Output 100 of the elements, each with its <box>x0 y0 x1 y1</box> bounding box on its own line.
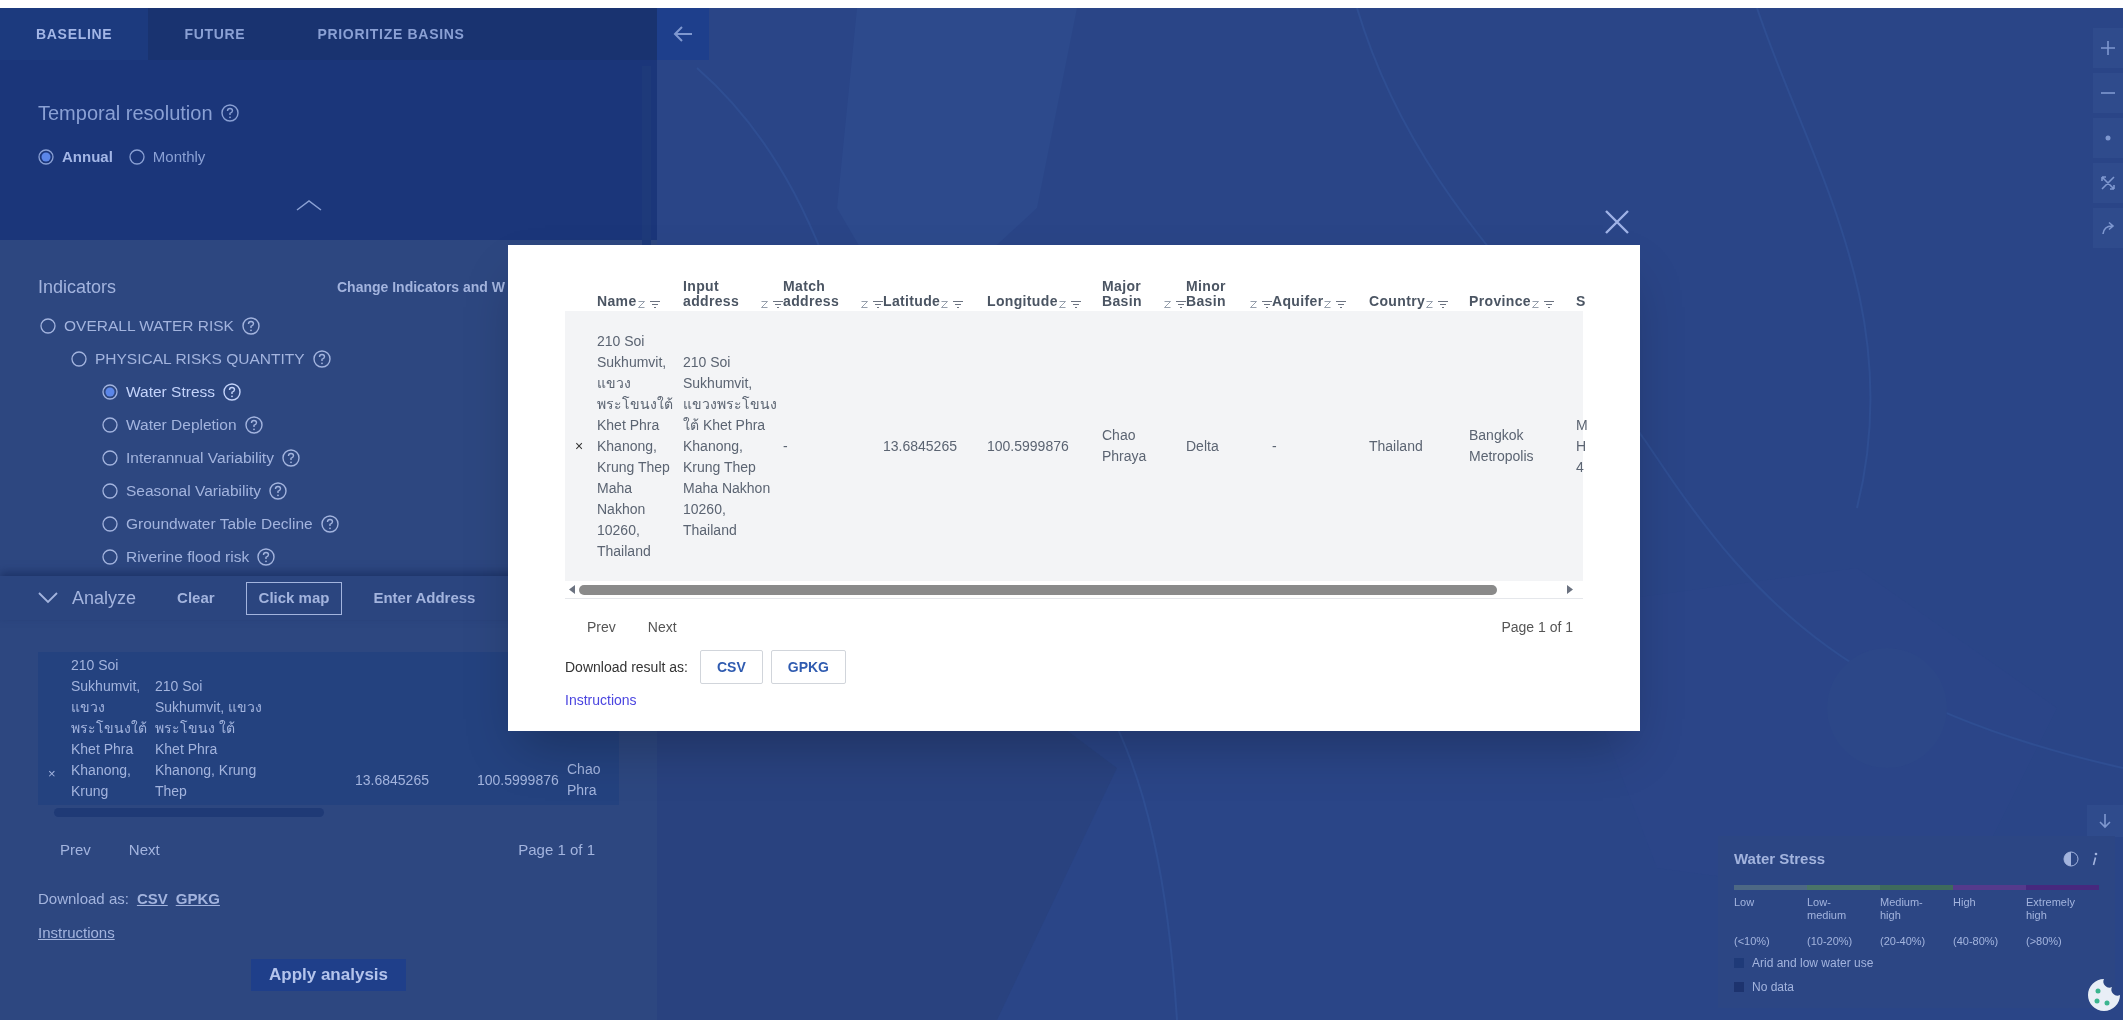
analyze-button[interactable]: Clear <box>164 581 228 615</box>
sort-icon[interactable] <box>941 301 949 308</box>
column-header[interactable]: S <box>1576 294 1586 309</box>
help-icon[interactable] <box>320 514 339 533</box>
apply-button[interactable]: Apply analysis <box>250 958 407 991</box>
instructions-link[interactable]: Instructions <box>565 690 637 711</box>
remove-icon[interactable]: × <box>565 435 597 457</box>
indicator-option[interactable]: Water Depletion <box>126 412 237 437</box>
contrast-icon[interactable] <box>2063 851 2079 868</box>
tab[interactable]: FUTURE <box>148 8 282 60</box>
help-icon[interactable] <box>223 382 241 401</box>
scrollbar-thumb[interactable] <box>579 584 1497 595</box>
cookie-icon[interactable] <box>2087 978 2121 1012</box>
help-icon[interactable] <box>244 415 263 434</box>
radio-button[interactable] <box>128 149 145 166</box>
column-header[interactable]: Input address <box>683 279 760 309</box>
remove-icon[interactable]: × <box>38 652 71 784</box>
column-header[interactable]: Major Basin <box>1102 279 1163 309</box>
info-icon[interactable] <box>2091 852 2099 867</box>
zoom-out-button[interactable] <box>2093 73 2123 113</box>
filter-icon[interactable] <box>1543 301 1554 308</box>
scroll-right-icon[interactable] <box>1567 585 1573 594</box>
expand-icon[interactable] <box>38 592 58 604</box>
filter-icon[interactable] <box>1262 301 1272 308</box>
radio-button[interactable] <box>40 317 56 334</box>
radio-label[interactable]: Monthly <box>152 146 206 169</box>
instructions-link[interactable]: Instructions <box>38 922 115 945</box>
column-header[interactable]: Latitude <box>883 294 941 309</box>
share-button[interactable] <box>2093 208 2123 248</box>
sort-icon[interactable] <box>637 301 645 308</box>
sort-icon[interactable] <box>761 301 768 308</box>
legend-range: (<10%) <box>1734 934 1771 948</box>
back-button[interactable] <box>657 8 709 60</box>
indicator-option[interactable]: Water Stress <box>126 379 215 404</box>
scroll-left-icon[interactable] <box>569 585 575 594</box>
collapse-icon[interactable] <box>295 198 322 211</box>
sort-icon[interactable] <box>1531 301 1539 308</box>
prev-button[interactable]: Prev <box>565 617 638 638</box>
filter-icon[interactable] <box>649 301 660 308</box>
indicator-option[interactable]: Seasonal Variability <box>126 478 261 503</box>
filter-icon[interactable] <box>1438 301 1449 308</box>
column-header[interactable]: Longitude <box>987 294 1058 309</box>
filter-icon[interactable] <box>1336 301 1347 308</box>
analyze-button[interactable]: Click map <box>245 581 343 615</box>
indicator-option[interactable]: Riverine flood risk <box>126 544 250 569</box>
radio-button[interactable] <box>102 416 118 433</box>
indicator-option[interactable]: OVERALL WATER RISK <box>64 313 234 338</box>
radio-label[interactable]: Annual <box>62 146 113 169</box>
column-header[interactable]: Minor Basin <box>1186 279 1249 309</box>
close-icon[interactable] <box>1603 208 1631 236</box>
download-link[interactable]: CSV <box>136 887 168 910</box>
indicator-option[interactable]: Groundwater Table Decline <box>126 511 313 536</box>
section-title: Indicators <box>38 276 117 299</box>
sort-icon[interactable] <box>1250 301 1257 308</box>
zoom-in-button[interactable] <box>2093 28 2123 68</box>
tab[interactable]: BASELINE <box>0 8 149 60</box>
radio-button[interactable] <box>102 482 118 499</box>
download-button[interactable]: GPKG <box>770 650 846 684</box>
link[interactable]: Change Indicators and W <box>337 277 505 298</box>
filter-icon[interactable] <box>773 301 783 308</box>
analyze-button[interactable]: Enter Address <box>360 581 489 615</box>
next-button[interactable]: Next <box>637 617 687 638</box>
radio-selected[interactable] <box>38 149 54 166</box>
radio-button[interactable] <box>102 449 118 466</box>
help-icon[interactable] <box>281 448 300 467</box>
help-icon[interactable] <box>241 316 260 335</box>
filter-icon[interactable] <box>1176 301 1186 308</box>
help-icon[interactable] <box>269 481 287 500</box>
sort-icon[interactable] <box>1058 301 1066 308</box>
download-button[interactable]: CSV <box>699 650 763 684</box>
sort-icon[interactable] <box>1324 301 1332 308</box>
sort-icon[interactable] <box>861 301 868 308</box>
help-icon[interactable] <box>257 547 276 566</box>
column-header[interactable]: Name <box>597 294 637 309</box>
sort-icon[interactable] <box>1426 301 1434 308</box>
column-header[interactable]: Match address <box>783 279 860 309</box>
column-header[interactable]: Aquifer <box>1272 294 1324 309</box>
indicator-option[interactable]: PHYSICAL RISKS QUANTITY <box>95 346 305 371</box>
tab[interactable]: PRIORITIZE BASINS <box>281 8 501 60</box>
indicator-option[interactable]: Interannual Variability <box>126 445 274 470</box>
help-icon[interactable] <box>312 349 331 368</box>
filter-icon[interactable] <box>953 301 964 308</box>
radio-selected[interactable] <box>102 383 118 400</box>
download-button[interactable] <box>2087 805 2123 837</box>
sort-icon[interactable] <box>1164 301 1171 308</box>
filter-icon[interactable] <box>873 301 883 308</box>
prev-button[interactable]: Prev <box>38 839 113 862</box>
table-cell-text: 100.5999876 <box>987 436 1070 456</box>
radio-button[interactable] <box>71 350 87 367</box>
help-icon[interactable] <box>220 104 239 122</box>
download-link[interactable]: GPKG <box>175 887 220 910</box>
fullscreen-button[interactable] <box>2093 163 2123 203</box>
filter-icon[interactable] <box>1070 301 1081 308</box>
column-header[interactable]: Country <box>1369 294 1426 309</box>
legend-label: High <box>1953 895 1977 910</box>
radio-button[interactable] <box>102 515 118 532</box>
next-button[interactable]: Next <box>112 839 176 862</box>
column-header[interactable]: Province <box>1469 294 1531 309</box>
legend-range: (>80%) <box>2026 934 2063 948</box>
radio-button[interactable] <box>102 548 118 565</box>
